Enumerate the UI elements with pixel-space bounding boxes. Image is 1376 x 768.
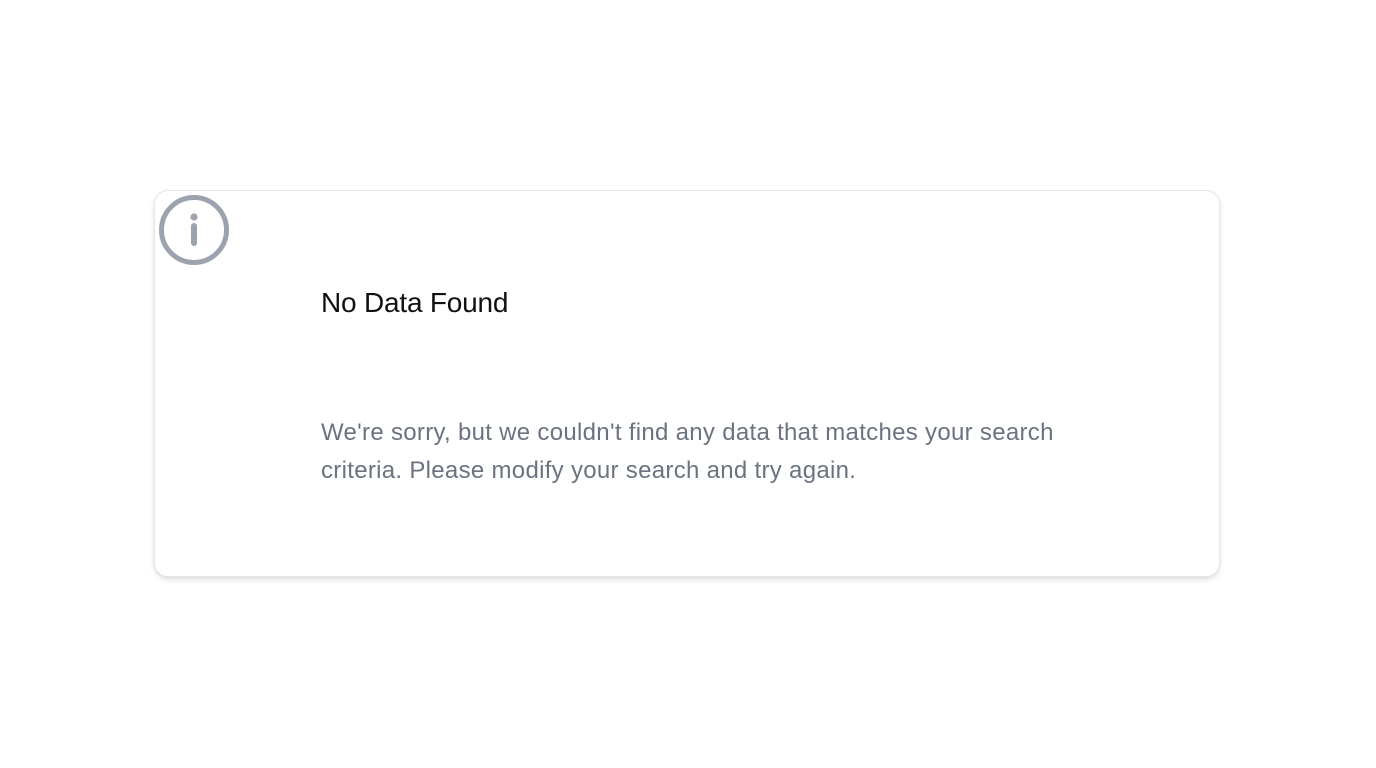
empty-state-message: We're sorry, but we couldn't find any da… (321, 419, 1054, 484)
empty-state-title: No Data Found (321, 287, 509, 318)
empty-state-card: No Data Found We're sorry, but we couldn… (154, 190, 1220, 577)
info-icon (158, 194, 230, 266)
page: No Data Found We're sorry, but we couldn… (0, 0, 1376, 768)
